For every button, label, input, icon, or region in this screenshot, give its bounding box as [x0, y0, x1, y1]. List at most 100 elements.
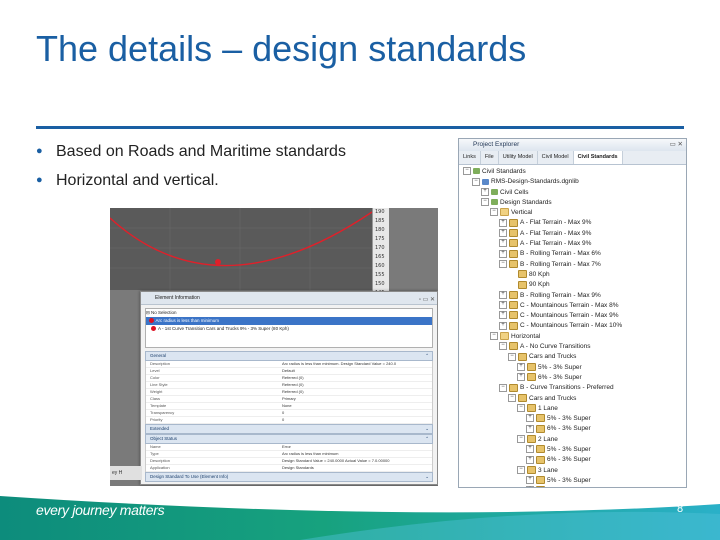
expand-node-icon[interactable]: +	[499, 301, 507, 310]
tree-node[interactable]: +5% - 3% Super	[463, 362, 686, 373]
tree-item-selected[interactable]: Arc radius is less than minimum	[146, 317, 432, 325]
tree-node-label: Cars and Trucks	[529, 394, 577, 402]
tree-item[interactable]: A - 1st Curve Transition Cars and Trucks…	[146, 325, 432, 333]
tree-node[interactable]: − Horizontal	[463, 332, 686, 342]
tree-node[interactable]: + A - Flat Terrain - Max 9%	[463, 218, 686, 228]
expand-node-icon[interactable]: +	[526, 486, 534, 487]
property-row: Level Default	[146, 368, 432, 375]
expand-node-icon[interactable]: +	[526, 445, 534, 454]
collapse-node-icon[interactable]: −	[490, 208, 498, 217]
page-number: 8	[677, 503, 684, 515]
tree-node-label: 2 Lane	[538, 435, 558, 443]
tree-node[interactable]: − Cars and Trucks	[463, 393, 686, 404]
tab-civil-model[interactable]: Civil Model	[538, 151, 574, 164]
expand-node-icon[interactable]: +	[499, 218, 507, 227]
ruler-tick: 155	[375, 272, 385, 278]
collapse-node-icon[interactable]: −	[499, 259, 507, 268]
project-explorer-title: Project Explorer	[473, 141, 520, 148]
expand-node-icon[interactable]: +	[517, 362, 525, 371]
collapse-node-icon[interactable]: −	[463, 167, 471, 176]
collapse-node-icon[interactable]: −	[517, 404, 525, 413]
tree-node[interactable]: + B - Rolling Terrain - Max 9%	[463, 290, 686, 301]
collapse-node-icon[interactable]: −	[481, 198, 489, 207]
collapse-node-icon[interactable]: −	[508, 352, 516, 361]
expand-node-icon[interactable]: +	[481, 187, 489, 196]
tree-node[interactable]: +5% - 3% Super	[463, 445, 686, 455]
expand-node-icon[interactable]: +	[526, 476, 534, 485]
tree-node[interactable]: − 1 Lane	[463, 404, 686, 414]
property-row: Name Error	[146, 444, 432, 451]
collapse-node-icon[interactable]: −	[508, 393, 516, 402]
tab-civil-standards[interactable]: Civil Standards	[573, 151, 623, 164]
tree-node[interactable]: − Cars and Trucks	[463, 352, 686, 362]
tree-node-label: C - Mountainous Terrain - Max 9%	[520, 312, 619, 320]
expand-node-icon[interactable]: +	[499, 249, 507, 258]
collapse-node-icon[interactable]: −	[517, 465, 525, 474]
expand-node-icon[interactable]: +	[526, 455, 534, 464]
window-controls-icon[interactable]: ▫ ▭ ✕	[419, 294, 435, 306]
tab-links[interactable]: Links	[459, 151, 481, 164]
tree-node-label: B - Rolling Terrain - Max 6%	[520, 250, 601, 258]
tree-node[interactable]: − 2 Lane	[463, 435, 686, 445]
expand-node-icon[interactable]: +	[499, 321, 507, 330]
extended-section-header[interactable]: Extended ⌄	[145, 424, 433, 434]
collapse-node-icon[interactable]: −	[472, 177, 480, 186]
tree-node[interactable]: +5% - 3% Super	[463, 414, 686, 424]
project-explorer-panel: Project Explorer ▭ ✕ Links File Utility …	[458, 138, 687, 488]
tree-node[interactable]: − Design Standards	[463, 198, 686, 208]
design-standard-section-header[interactable]: Design Standard To Use (Element Info) ⌄	[145, 472, 433, 482]
bullet-item: ● Based on Roads and Maritime standards	[36, 140, 346, 169]
expand-icon[interactable]: ⌄	[425, 425, 429, 433]
element-tree[interactable]: ⊟ No Selection Arc radius is less than m…	[145, 308, 433, 348]
tab-utility-model[interactable]: Utility Model	[499, 151, 538, 164]
tree-node[interactable]: +5% - 3% Super	[463, 476, 686, 486]
ruler-tick: 175	[375, 236, 385, 242]
tree-node[interactable]: − Vertical	[463, 208, 686, 218]
expand-node-icon[interactable]: +	[499, 239, 507, 248]
expand-node-icon[interactable]: +	[526, 424, 534, 433]
expand-icon[interactable]: ⌄	[425, 473, 429, 481]
tree-node[interactable]: + A - Flat Terrain - Max 9%	[463, 229, 686, 239]
tree-node[interactable]: − A - No Curve Transitions	[463, 342, 686, 352]
tree-node[interactable]: +6% - 3% Super	[463, 455, 686, 465]
tree-node[interactable]: 90 Kph	[463, 280, 686, 290]
design-standard-icon	[509, 239, 518, 248]
tree-node[interactable]: + C - Mountainous Terrain - Max 8%	[463, 301, 686, 311]
object-status-section-header[interactable]: Object Status ⌃	[145, 434, 433, 444]
window-controls-icon[interactable]: ▭ ✕	[670, 139, 683, 151]
expand-node-icon[interactable]: +	[499, 290, 507, 299]
collapse-node-icon[interactable]: −	[517, 435, 525, 443]
property-row: Weight Referred (0)	[146, 389, 432, 396]
collapse-node-icon[interactable]: −	[499, 342, 507, 351]
tree-node[interactable]: + C - Mountainous Terrain - Max 9%	[463, 311, 686, 321]
tree-node[interactable]: − RMS-Design-Standards.dgnlib	[463, 177, 686, 187]
tree-node[interactable]: +6% - 3% Super	[463, 486, 686, 487]
tree-node[interactable]: + Civil Cells	[463, 187, 686, 198]
expand-node-icon[interactable]: +	[499, 229, 507, 238]
design-standard-icon	[527, 373, 536, 382]
expand-node-icon[interactable]: +	[499, 311, 507, 320]
tree-node[interactable]: 80 Kph	[463, 270, 686, 280]
ruler-tick: 180	[375, 227, 385, 233]
tab-file[interactable]: File	[481, 151, 499, 164]
collapse-icon[interactable]: ⌃	[425, 435, 429, 443]
collapse-icon[interactable]: ⌃	[425, 352, 429, 360]
tree-node[interactable]: + C - Mountainous Terrain - Max 10%	[463, 321, 686, 331]
property-row: Priority 0	[146, 417, 432, 424]
tree-node[interactable]: + A - Flat Terrain - Max 9%	[463, 239, 686, 249]
collapse-node-icon[interactable]: −	[490, 332, 498, 341]
tree-node[interactable]: − Civil Standards	[463, 167, 686, 177]
expand-node-icon[interactable]: +	[526, 414, 534, 423]
tree-node[interactable]: − B - Curve Transitions - Preferred	[463, 383, 686, 393]
tree-item[interactable]: ⊟ No Selection	[146, 309, 432, 317]
tree-node[interactable]: +6% - 3% Super	[463, 424, 686, 434]
expand-node-icon[interactable]: +	[517, 373, 525, 382]
collapse-node-icon[interactable]: −	[499, 383, 507, 392]
tree-node[interactable]: − 3 Lane	[463, 465, 686, 476]
tree-node[interactable]: + B - Rolling Terrain - Max 6%	[463, 249, 686, 259]
tree-node[interactable]: +6% - 3% Super	[463, 373, 686, 383]
error-marker-icon[interactable]	[215, 259, 221, 265]
general-section-header[interactable]: General ⌃	[145, 351, 433, 361]
property-row: Color Referred (0)	[146, 375, 432, 382]
tree-node[interactable]: − B - Rolling Terrain - Max 7%	[463, 259, 686, 270]
